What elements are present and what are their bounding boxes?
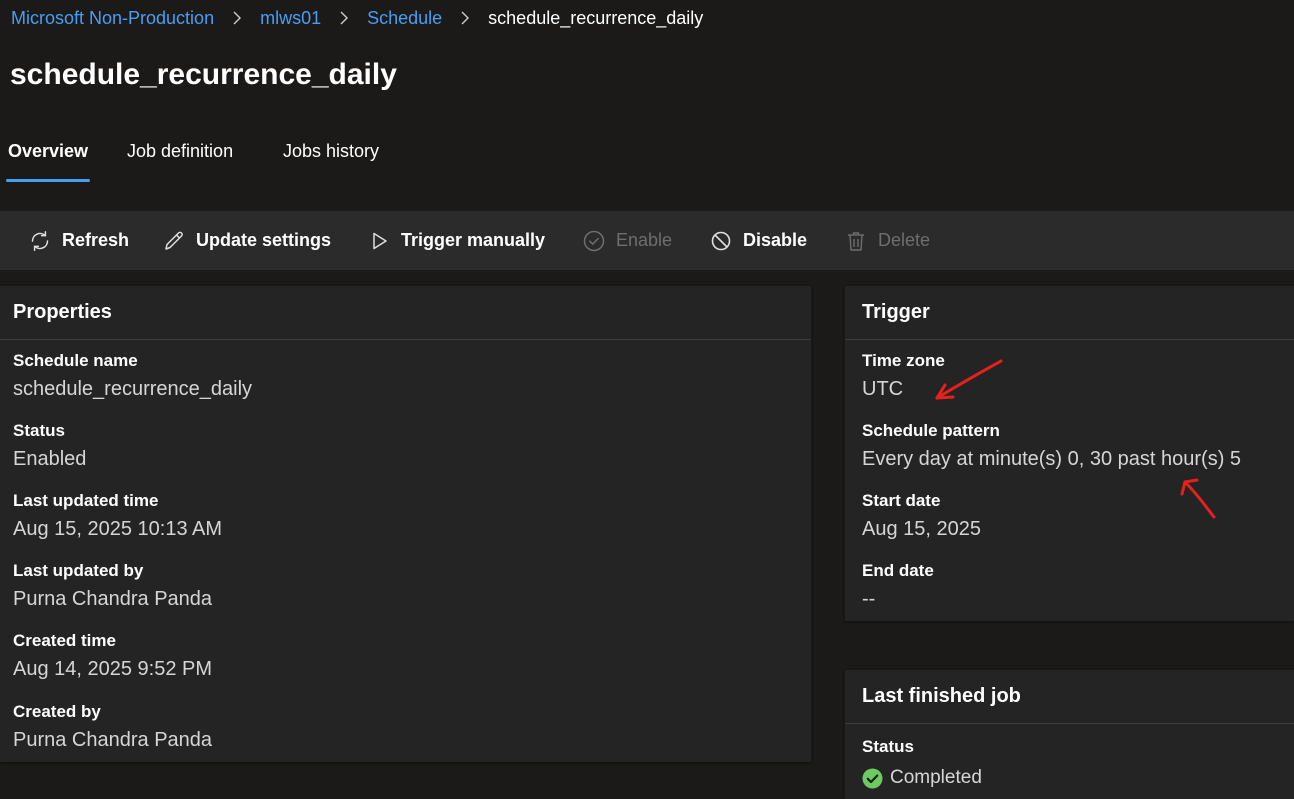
field-value: -- — [862, 588, 876, 610]
last-finished-job-header: Last finished job — [845, 670, 1294, 724]
breadcrumb-link-workspace[interactable]: mlws01 — [260, 8, 321, 29]
refresh-label: Refresh — [62, 230, 130, 250]
trigger-end-date: End date -- — [862, 560, 934, 612]
last-finished-job-title: Last finished job — [862, 685, 1021, 707]
tab-label: Overview — [8, 141, 89, 161]
field-label: Status — [862, 737, 914, 756]
property-last-updated-time: Last updated time Aug 15, 2025 10:13 AM — [13, 490, 222, 542]
tab-label: Job definition — [127, 141, 234, 161]
field-value: schedule_recurrence_daily — [13, 378, 253, 400]
chevron-right-icon — [321, 11, 367, 25]
properties-card: Properties Schedule name schedule_recurr… — [0, 286, 811, 762]
field-label: Status — [13, 421, 65, 440]
trigger-card: Trigger Time zone UTC Schedule pattern E… — [845, 286, 1294, 621]
success-check-icon — [862, 768, 883, 789]
property-schedule-name: Schedule name schedule_recurrence_daily — [13, 350, 252, 402]
delete-label: Delete — [878, 230, 931, 250]
last-finished-job-card: Last finished job Status Completed — [845, 670, 1294, 799]
trash-icon — [844, 229, 868, 253]
field-value: Aug 14, 2025 9:52 PM — [13, 658, 213, 680]
play-icon — [367, 229, 391, 253]
field-label: Schedule pattern — [862, 421, 1000, 440]
properties-title: Properties — [13, 301, 112, 323]
field-value: Purna Chandra Panda — [13, 729, 213, 751]
trigger-manually-button[interactable]: Trigger manually — [367, 211, 545, 270]
field-label: Created by — [13, 702, 101, 721]
last-job-status: Status Completed — [862, 736, 982, 791]
disable-label: Disable — [743, 230, 808, 250]
field-label: End date — [862, 561, 934, 580]
field-label: Start date — [862, 491, 941, 510]
property-created-by: Created by Purna Chandra Panda — [13, 701, 212, 753]
chevron-right-icon — [214, 11, 260, 25]
status-value: Completed — [890, 767, 982, 788]
command-bar: Refresh Update settings Trigger manually… — [0, 211, 1294, 270]
breadcrumb-link-schedule[interactable]: Schedule — [367, 8, 442, 29]
update-settings-button[interactable]: Update settings — [162, 211, 331, 270]
enable-button[interactable]: Enable — [582, 211, 672, 270]
edit-icon — [162, 229, 186, 253]
tab-label: Jobs history — [283, 141, 380, 161]
field-value: Aug 15, 2025 — [862, 518, 981, 540]
field-value: Aug 15, 2025 10:13 AM — [13, 518, 223, 540]
breadcrumb-link-workspace-group[interactable]: Microsoft Non-Production — [11, 8, 214, 29]
annotation-arrow-icon — [1180, 478, 1216, 519]
check-circle-icon — [582, 229, 606, 253]
refresh-icon — [28, 229, 52, 253]
field-label: Created time — [13, 631, 116, 650]
property-status: Status Enabled — [13, 420, 86, 472]
property-last-updated-by: Last updated by Purna Chandra Panda — [13, 560, 212, 612]
field-label: Last updated time — [13, 491, 159, 510]
trigger-card-header: Trigger — [845, 286, 1294, 340]
update-settings-label: Update settings — [196, 230, 332, 250]
trigger-title: Trigger — [862, 301, 930, 323]
enable-label: Enable — [616, 230, 673, 250]
breadcrumb-current: schedule_recurrence_daily — [488, 7, 704, 28]
field-value: Enabled — [13, 448, 87, 470]
tab-overview[interactable]: Overview — [5, 138, 91, 182]
delete-button[interactable]: Delete — [844, 211, 930, 270]
field-value: Purna Chandra Panda — [13, 588, 213, 610]
chevron-right-icon — [442, 11, 488, 25]
trigger-schedule-pattern: Schedule pattern Every day at minute(s) … — [862, 420, 1241, 472]
tab-job-definition[interactable]: Job definition — [127, 138, 233, 182]
trigger-start-date: Start date Aug 15, 2025 — [862, 490, 981, 542]
properties-card-header: Properties — [0, 286, 811, 340]
annotation-arrow-icon — [935, 359, 1003, 400]
breadcrumb: Microsoft Non-Production mlws01 Schedule… — [11, 6, 703, 30]
status-row: Completed — [862, 765, 982, 791]
property-created-time: Created time Aug 14, 2025 9:52 PM — [13, 630, 212, 682]
field-label: Last updated by — [13, 561, 144, 580]
trigger-manually-label: Trigger manually — [401, 230, 546, 250]
tab-jobs-history[interactable]: Jobs history — [283, 138, 379, 182]
disable-button[interactable]: Disable — [709, 211, 807, 270]
block-icon — [709, 229, 733, 253]
page-title: schedule_recurrence_daily — [10, 58, 397, 91]
field-label: Schedule name — [13, 351, 138, 370]
refresh-button[interactable]: Refresh — [28, 211, 129, 270]
